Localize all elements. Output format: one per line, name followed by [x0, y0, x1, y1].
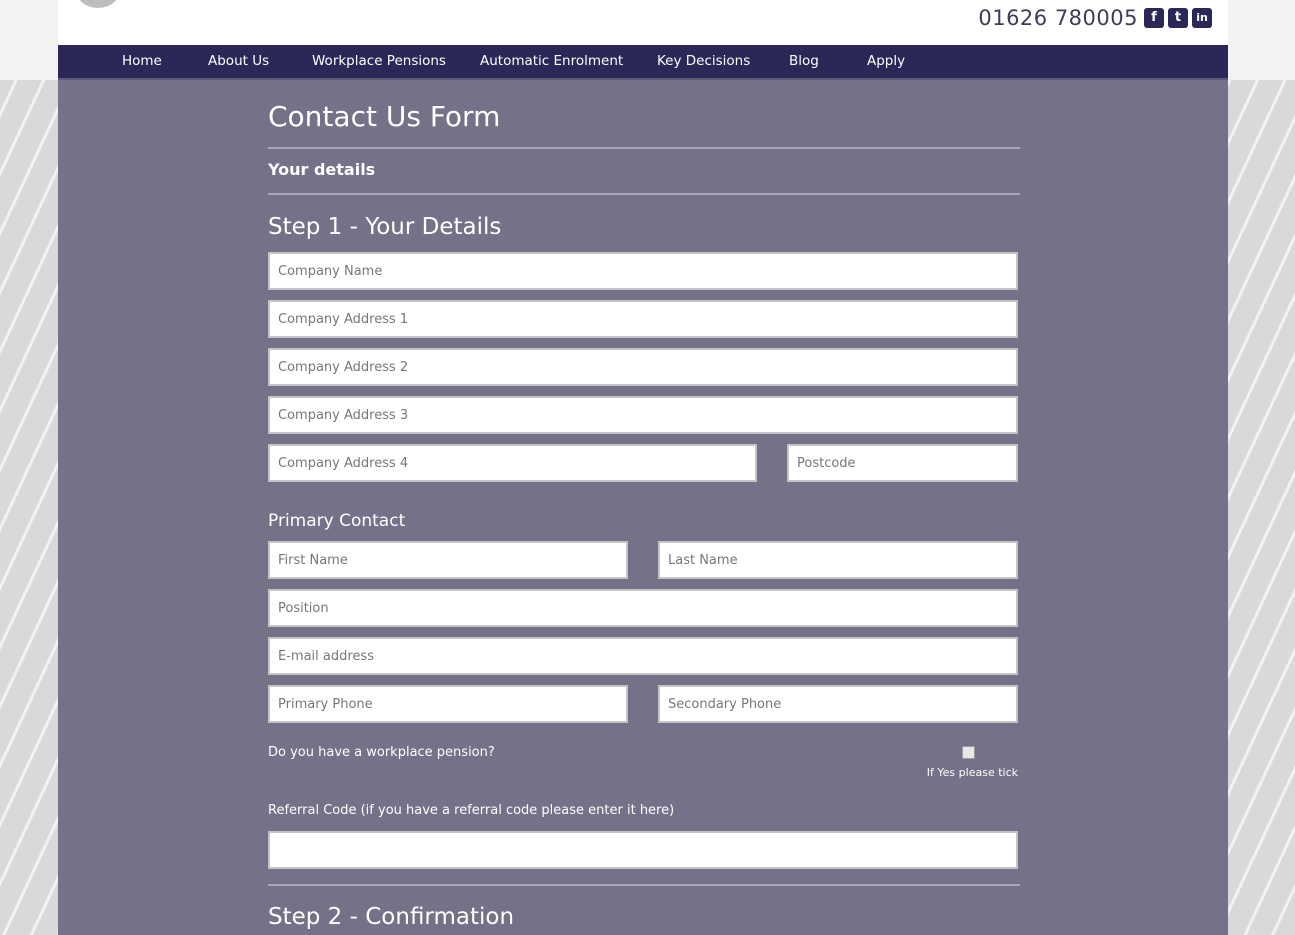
- pension-question-label: Do you have a workplace pension?: [268, 745, 495, 760]
- divider: [268, 884, 1020, 886]
- referral-code-label: Referral Code (if you have a referral co…: [268, 803, 675, 818]
- company-address-4-input[interactable]: [268, 444, 757, 482]
- facebook-icon[interactable]: f: [1144, 8, 1164, 28]
- company-address-3-input[interactable]: [268, 396, 1018, 434]
- email-input[interactable]: [268, 637, 1018, 675]
- primary-phone-input[interactable]: [268, 685, 628, 723]
- pension-tick-note: If Yes please tick: [926, 766, 1018, 779]
- logo[interactable]: [76, 0, 120, 8]
- nav-item-key-decisions[interactable]: Key Decisions: [657, 53, 750, 69]
- secondary-phone-input[interactable]: [658, 685, 1018, 723]
- nav-item-about-us[interactable]: About Us: [208, 53, 269, 69]
- page-title: Contact Us Form: [268, 100, 501, 133]
- referral-code-input[interactable]: [268, 831, 1018, 869]
- site-header: 01626 780005 f t in: [58, 0, 1228, 45]
- primary-contact-title: Primary Contact: [268, 511, 406, 531]
- phone-number: 01626 780005: [978, 6, 1138, 30]
- first-name-input[interactable]: [268, 541, 628, 579]
- divider: [268, 193, 1020, 195]
- twitter-icon[interactable]: t: [1168, 8, 1188, 28]
- nav-item-automatic-enrolment[interactable]: Automatic Enrolment: [480, 53, 623, 69]
- step1-title: Step 1 - Your Details: [268, 214, 502, 240]
- company-address-2-input[interactable]: [268, 348, 1018, 386]
- nav-item-apply[interactable]: Apply: [867, 53, 905, 69]
- linkedin-icon[interactable]: in: [1192, 8, 1212, 28]
- main-nav: Home About Us Workplace Pensions Automat…: [58, 45, 1228, 80]
- nav-item-blog[interactable]: Blog: [789, 53, 819, 69]
- nav-item-workplace-pensions[interactable]: Workplace Pensions: [312, 53, 446, 69]
- section-label: Your details: [268, 160, 376, 179]
- company-name-input[interactable]: [268, 252, 1018, 290]
- nav-item-home[interactable]: Home: [122, 53, 162, 69]
- position-input[interactable]: [268, 589, 1018, 627]
- company-address-1-input[interactable]: [268, 300, 1018, 338]
- last-name-input[interactable]: [658, 541, 1018, 579]
- step2-title: Step 2 - Confirmation: [268, 904, 515, 930]
- divider: [268, 147, 1020, 149]
- workplace-pension-checkbox[interactable]: [962, 746, 975, 759]
- postcode-input[interactable]: [787, 444, 1018, 482]
- main-content: Contact Us Form Your details Step 1 - Yo…: [58, 80, 1228, 935]
